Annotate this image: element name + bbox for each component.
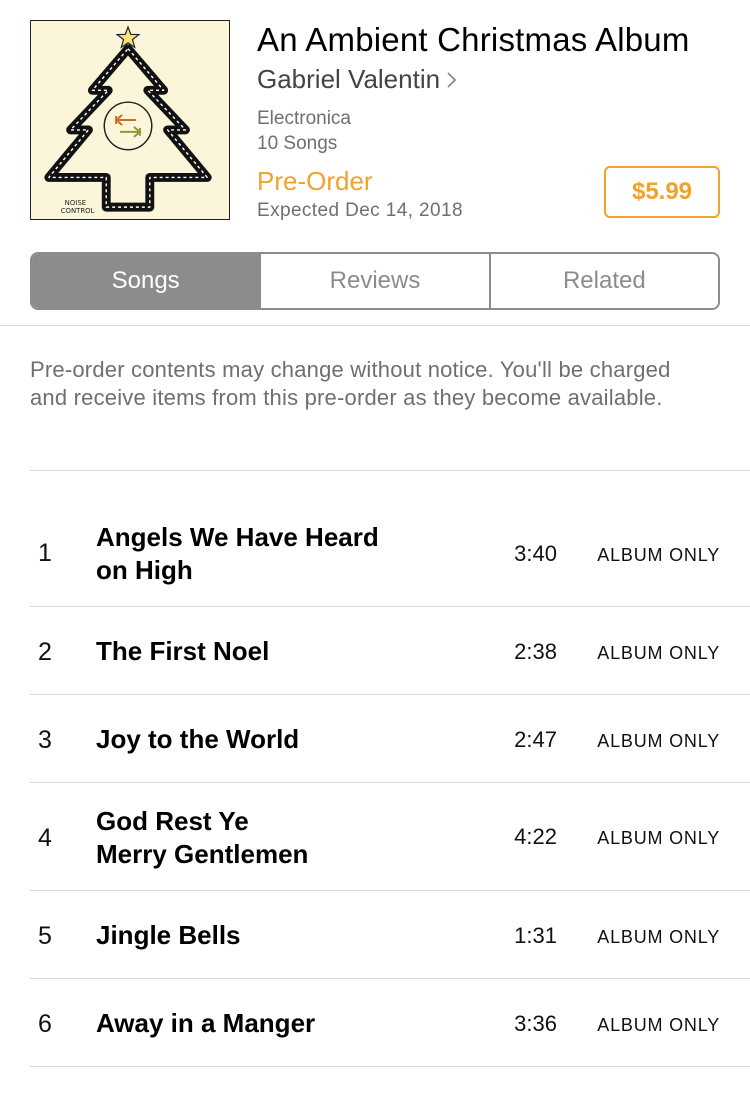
expected-date: Expected Dec 14, 2018: [257, 200, 463, 221]
track-duration: 2:38: [514, 639, 557, 664]
track-title: The First Noel: [96, 635, 436, 668]
album-artwork[interactable]: NOISE CONTROL: [30, 20, 230, 220]
genre-label[interactable]: Electronica: [257, 108, 351, 130]
row-divider: [30, 1066, 750, 1067]
track-number: 2: [38, 638, 52, 666]
track-row[interactable]: 3 Joy to the World 2:47 ALBUM ONLY: [0, 695, 750, 783]
track-title-line: Jingle Bells: [96, 920, 241, 950]
track-title: Joy to the World: [96, 723, 436, 756]
track-title: Away in a Manger: [96, 1007, 436, 1040]
tab-songs[interactable]: Songs: [32, 254, 260, 308]
track-row[interactable]: 2 The First Noel 2:38 ALBUM ONLY: [0, 607, 750, 695]
album-only-label[interactable]: ALBUM ONLY: [580, 1015, 720, 1036]
track-title-line: The First Noel: [96, 636, 270, 666]
track-duration: 1:31: [514, 923, 557, 948]
preorder-notice: Pre-order contents may change without no…: [30, 357, 671, 410]
tab-related[interactable]: Related: [488, 254, 718, 308]
price-button[interactable]: $5.99: [604, 166, 720, 218]
artist-link[interactable]: Gabriel Valentin: [257, 64, 458, 95]
tab-reviews[interactable]: Reviews: [259, 254, 489, 308]
track-title-line: Away in a Manger: [96, 1008, 316, 1038]
track-duration: 3:40: [514, 541, 557, 566]
track-row[interactable]: 6 Away in a Manger 3:36 ALBUM ONLY: [0, 979, 750, 1067]
track-number: 6: [38, 1010, 52, 1038]
track-row[interactable]: 4 God Rest Ye Merry Gentlemen 4:22 ALBUM…: [0, 783, 750, 891]
preorder-status: Pre-Order: [257, 166, 373, 196]
track-row[interactable]: 5 Jingle Bells 1:31 ALBUM ONLY: [0, 891, 750, 979]
track-title: Jingle Bells: [96, 919, 436, 952]
track-row[interactable]: 1 Angels We Have Heard on High 3:40 ALBU…: [0, 471, 750, 607]
track-title-line: Angels We Have Heard: [96, 522, 379, 552]
track-number: 3: [38, 726, 52, 754]
artwork-logo-top: NOISE: [65, 199, 86, 207]
album-only-label[interactable]: ALBUM ONLY: [580, 545, 720, 566]
album-only-label[interactable]: ALBUM ONLY: [580, 927, 720, 948]
track-title-line: Merry Gentlemen: [96, 839, 309, 869]
album-only-label[interactable]: ALBUM ONLY: [580, 828, 720, 849]
chevron-right-icon: [447, 71, 457, 88]
header-divider: [0, 325, 750, 326]
track-number: 1: [38, 539, 52, 567]
track-title-line: Joy to the World: [96, 724, 300, 754]
track-duration: 2:47: [514, 727, 557, 752]
track-title: Angels We Have Heard on High: [96, 521, 436, 587]
ornament-circle: [103, 101, 153, 151]
artist-name: Gabriel Valentin: [257, 64, 441, 94]
track-duration: 3:36: [514, 1011, 557, 1036]
track-title: God Rest Ye Merry Gentlemen: [96, 805, 436, 871]
album-title: An Ambient Christmas Album: [257, 21, 690, 58]
album-only-label[interactable]: ALBUM ONLY: [580, 731, 720, 752]
track-title-line: on High: [96, 555, 193, 585]
track-title-line: God Rest Ye: [96, 806, 249, 836]
christmas-tree-artwork: NOISE CONTROL: [44, 25, 212, 215]
track-number: 4: [38, 824, 52, 852]
song-count: 10 Songs: [257, 133, 338, 154]
segmented-control: Songs Reviews Related: [30, 252, 720, 310]
album-only-label[interactable]: ALBUM ONLY: [580, 643, 720, 664]
artwork-logo-bottom: CONTROL: [61, 207, 95, 215]
track-duration: 4:22: [514, 824, 557, 849]
track-number: 5: [38, 922, 52, 950]
